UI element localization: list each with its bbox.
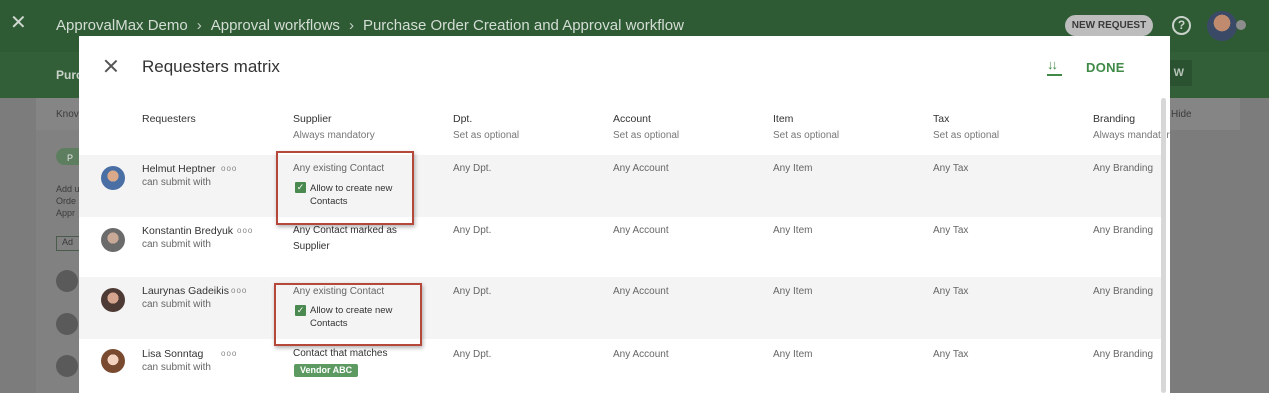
table-row: Helmut Heptner ooo can submit with Any e… xyxy=(79,155,1163,217)
account-cell[interactable]: Any Account xyxy=(613,349,669,360)
avatar xyxy=(101,349,125,373)
requester-name: Lisa Sonntag xyxy=(142,348,204,360)
dpt-cell[interactable]: Any Dpt. xyxy=(453,225,491,236)
modal-title: Requesters matrix xyxy=(142,57,280,76)
vendor-tag[interactable]: Vendor ABC xyxy=(294,364,359,377)
close-icon[interactable]: ✕ xyxy=(10,13,28,33)
avatar xyxy=(56,313,78,335)
table-row: Konstantin Bredyuk ooo can submit with A… xyxy=(79,217,1163,277)
hide-link[interactable]: Hide xyxy=(1171,109,1192,120)
column-header-branding: Branding xyxy=(1093,113,1136,125)
dpt-cell[interactable]: Any Dpt. xyxy=(453,163,491,174)
breadcrumb-item: Purchase Order Creation and Approval wor… xyxy=(362,17,684,34)
account-cell[interactable]: Any Account xyxy=(613,163,669,174)
avatar xyxy=(101,288,125,312)
chevron-down-icon[interactable] xyxy=(1236,20,1246,30)
highlight-box xyxy=(274,283,422,346)
column-header-supplier: Supplier xyxy=(293,113,332,125)
tax-cell[interactable]: Any Tax xyxy=(933,163,968,174)
column-header-item: Item xyxy=(773,113,794,125)
supplier-line: Supplier xyxy=(293,241,330,252)
branding-cell[interactable]: Any Branding xyxy=(1093,225,1153,236)
avatar xyxy=(101,228,125,252)
item-cell[interactable]: Any Item xyxy=(773,286,812,297)
dpt-cell[interactable]: Any Dpt. xyxy=(453,349,491,360)
info-strip-text: Knov xyxy=(56,109,79,120)
column-sub-branding[interactable]: Always mandatory xyxy=(1093,130,1170,141)
table-row: Laurynas Gadeikis ooo can submit with An… xyxy=(79,277,1163,339)
account-cell[interactable]: Any Account xyxy=(613,225,669,236)
tax-cell[interactable]: Any Tax xyxy=(933,286,968,297)
requester-sub: can submit with xyxy=(142,239,211,250)
supplier-cell[interactable]: Contact that matches xyxy=(293,348,388,359)
item-cell[interactable]: Any Item xyxy=(773,225,812,236)
more-options-icon[interactable]: ooo xyxy=(237,226,253,235)
column-header-tax: Tax xyxy=(933,113,950,125)
done-button[interactable]: DONE xyxy=(1086,60,1125,75)
bg-text: Orde xyxy=(56,196,77,206)
new-request-button[interactable]: NEW REQUEST xyxy=(1065,15,1153,36)
tax-cell[interactable]: Any Tax xyxy=(933,349,968,360)
breadcrumb-item[interactable]: ApprovalMax Demo xyxy=(56,17,188,34)
avatar xyxy=(56,270,78,292)
table-row: Lisa Sonntag ooo can submit with Contact… xyxy=(79,339,1163,393)
branding-cell[interactable]: Any Branding xyxy=(1093,286,1153,297)
user-avatar[interactable] xyxy=(1207,11,1237,41)
requester-name: Helmut Heptner xyxy=(142,163,216,175)
account-cell[interactable]: Any Account xyxy=(613,286,669,297)
more-options-icon[interactable]: ooo xyxy=(221,349,237,358)
requesters-matrix-modal: Requesters matrix ↓↓ DONE Requesters Sup… xyxy=(79,36,1170,393)
item-cell[interactable]: Any Item xyxy=(773,163,812,174)
requester-name: Laurynas Gadeikis xyxy=(142,285,229,297)
supplier-cell[interactable]: Any Contact marked as Supplier xyxy=(293,223,397,255)
scrollbar[interactable] xyxy=(1161,98,1166,393)
breadcrumb: ApprovalMax Demo › Approval workflows › Purc… xyxy=(56,17,684,34)
column-sub-item[interactable]: Set as optional xyxy=(773,130,839,141)
chevron-right-icon: › xyxy=(196,17,202,34)
highlight-box xyxy=(276,151,414,225)
requester-sub: can submit with xyxy=(142,299,211,310)
column-header-account: Account xyxy=(613,113,651,125)
bg-text: Add u xyxy=(56,184,80,194)
column-sub-supplier[interactable]: Always mandatory xyxy=(293,130,375,141)
requester-sub: can submit with xyxy=(142,177,211,188)
close-icon[interactable] xyxy=(103,58,119,74)
more-options-icon[interactable]: ooo xyxy=(221,164,237,173)
item-cell[interactable]: Any Item xyxy=(773,349,812,360)
branding-cell[interactable]: Any Branding xyxy=(1093,349,1153,360)
requester-name: Konstantin Bredyuk xyxy=(142,225,234,237)
more-options-icon[interactable]: ooo xyxy=(231,286,247,295)
chevron-right-icon: › xyxy=(348,17,354,34)
column-header-requesters: Requesters xyxy=(142,113,196,125)
dpt-cell[interactable]: Any Dpt. xyxy=(453,286,491,297)
column-sub-account[interactable]: Set as optional xyxy=(613,130,679,141)
step-pill-label: P xyxy=(67,153,74,163)
column-sub-tax[interactable]: Set as optional xyxy=(933,130,999,141)
avatar xyxy=(56,355,78,377)
column-header-dpt: Dpt. xyxy=(453,113,473,125)
sort-icon[interactable]: ↓↓ xyxy=(1047,58,1063,76)
requester-sub: can submit with xyxy=(142,362,211,373)
supplier-line: Any Contact marked as xyxy=(293,225,397,236)
avatar xyxy=(101,166,125,190)
column-sub-dpt[interactable]: Set as optional xyxy=(453,130,519,141)
breadcrumb-item[interactable]: Approval workflows xyxy=(211,17,340,34)
tax-cell[interactable]: Any Tax xyxy=(933,225,968,236)
bg-text: Appr xyxy=(56,208,76,218)
help-icon[interactable]: ? xyxy=(1172,16,1191,35)
branding-cell[interactable]: Any Branding xyxy=(1093,163,1153,174)
